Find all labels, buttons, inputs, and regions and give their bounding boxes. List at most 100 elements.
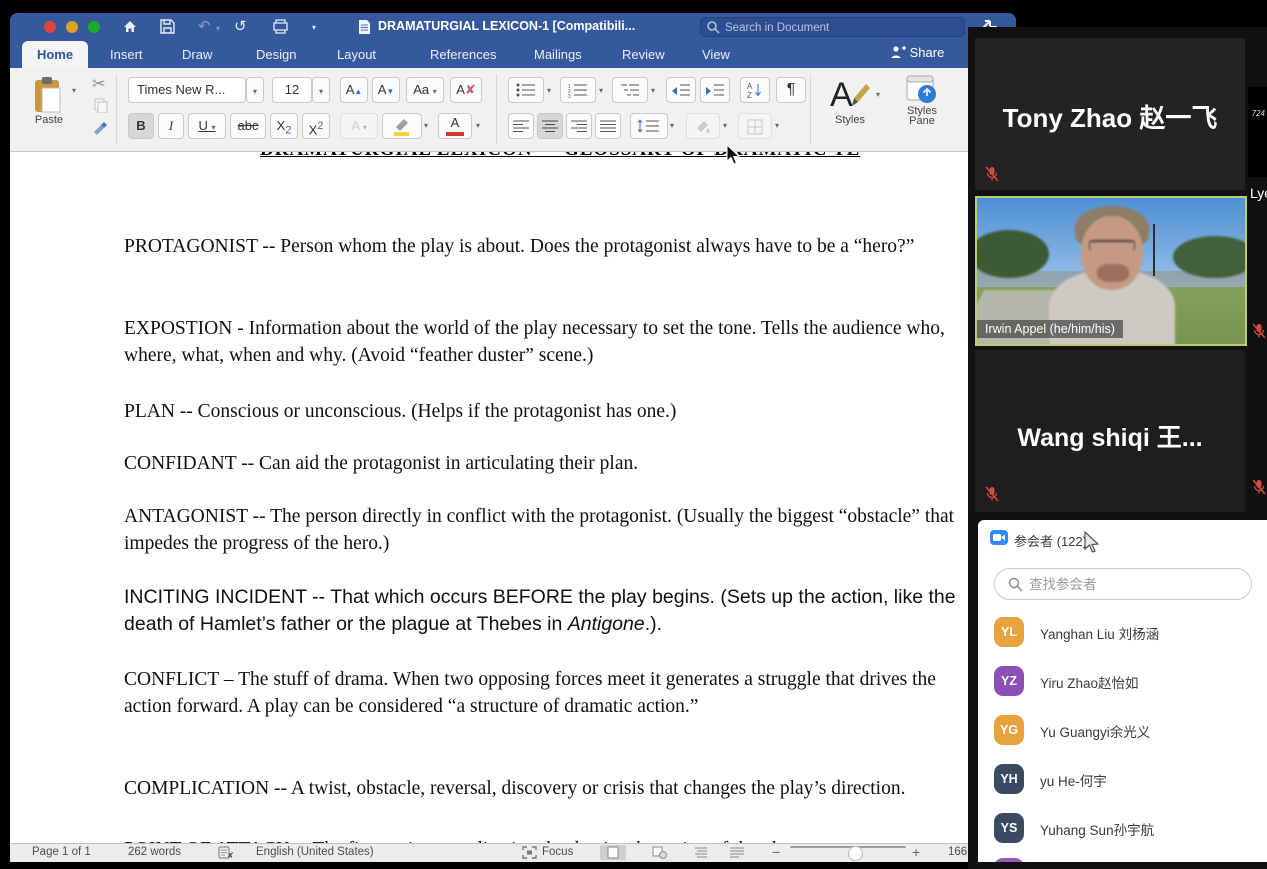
increase-indent-button[interactable] <box>700 77 730 103</box>
align-right-button[interactable] <box>566 113 592 139</box>
video-tile-tony-zhao[interactable]: Tony Zhao 赵一飞 <box>975 38 1245 190</box>
focus-icon[interactable] <box>522 846 537 859</box>
styles-pane-button[interactable]: Styles Pane <box>896 74 948 127</box>
multilevel-list-caret-icon[interactable]: ▾ <box>651 86 655 95</box>
bullet-list-button[interactable] <box>508 77 544 103</box>
align-left-button[interactable] <box>508 113 534 139</box>
align-center-button[interactable] <box>537 113 563 139</box>
participant-row[interactable]: YG Yu Guangyi余光义 <box>994 715 1254 755</box>
grow-font-button[interactable]: A▲ <box>340 77 368 103</box>
superscript-button[interactable]: X2 <box>302 113 330 139</box>
numbered-list-button[interactable]: 123 <box>560 77 596 103</box>
close-traffic-light[interactable] <box>44 21 56 33</box>
styles-caret-icon[interactable]: ▾ <box>876 90 880 99</box>
zoom-slider-track[interactable] <box>790 846 906 848</box>
shading-caret-icon[interactable]: ▾ <box>723 121 727 130</box>
participant-row[interactable]: YL Yanghan Liu 刘杨涵 <box>994 617 1254 657</box>
paste-button[interactable]: Paste <box>32 76 66 126</box>
language-indicator[interactable]: English (United States) <box>256 846 374 858</box>
line-spacing-caret-icon[interactable]: ▾ <box>670 121 674 130</box>
highlight-caret-icon[interactable]: ▾ <box>424 121 428 130</box>
word-count[interactable]: 262 words <box>128 846 181 858</box>
subscript-button[interactable]: X2 <box>270 113 298 139</box>
copy-icon[interactable] <box>94 98 108 113</box>
zoom-slider-thumb[interactable] <box>848 846 863 861</box>
format-painter-icon[interactable] <box>92 120 108 136</box>
borders-caret-icon[interactable]: ▾ <box>775 121 779 130</box>
redo-icon[interactable]: ↺ <box>234 18 247 36</box>
web-layout-view-button[interactable] <box>646 845 672 860</box>
shading-button[interactable] <box>686 113 720 139</box>
zoom-out-button[interactable]: − <box>772 844 780 860</box>
decrease-indent-button[interactable] <box>666 77 696 103</box>
font-color-caret-icon[interactable]: ▾ <box>476 121 480 130</box>
document-page[interactable]: DRAMATURGIAL LEXICON — GLOSSARY OF DRAMA… <box>10 152 1016 843</box>
ribbon: Paste ▾ ✂ Times New R... ▾ 12 ▾ A▲ A▼ Aa… <box>10 68 1016 152</box>
tab-references[interactable]: References <box>430 41 496 68</box>
tab-review[interactable]: Review <box>622 41 665 68</box>
tab-insert[interactable]: Insert <box>110 41 143 68</box>
participant-row-partial[interactable] <box>994 858 1254 862</box>
mouse-cursor-secondary <box>1084 531 1100 553</box>
participant-name: Tony Zhao 赵一飞 <box>1002 103 1218 133</box>
multilevel-list-button[interactable] <box>612 77 648 103</box>
tab-design[interactable]: Design <box>256 41 296 68</box>
spellcheck-icon[interactable]: ✘ <box>218 846 233 859</box>
bullet-list-caret-icon[interactable]: ▾ <box>547 86 551 95</box>
clear-formatting-button[interactable]: A✘ <box>450 77 482 103</box>
share-button[interactable]: Share <box>890 45 944 60</box>
home-icon[interactable] <box>122 19 138 35</box>
toolbar-options-caret-icon[interactable]: ▾ <box>312 23 316 32</box>
undo-caret-icon[interactable]: ▾ <box>216 24 220 33</box>
change-case-button[interactable]: Aa ▾ <box>406 77 444 103</box>
partial-video-tile[interactable]: 724 <box>1248 87 1267 177</box>
strikethrough-button[interactable]: abc <box>230 113 266 139</box>
video-tile-irwin-appel[interactable]: Irwin Appel (he/him/his) <box>975 196 1247 346</box>
numbered-list-caret-icon[interactable]: ▾ <box>599 86 603 95</box>
highlight-button[interactable] <box>382 113 422 139</box>
font-name-caret[interactable]: ▾ <box>246 77 264 103</box>
save-icon[interactable] <box>160 19 175 34</box>
page-indicator[interactable]: Page 1 of 1 <box>32 846 91 858</box>
styles-button[interactable]: A Styles <box>828 74 872 126</box>
video-tile-wang-shiqi[interactable]: Wang shiqi 王... <box>975 350 1245 512</box>
participant-row[interactable]: YH yu He-何宇 <box>994 764 1254 804</box>
font-color-button[interactable]: A <box>438 113 472 139</box>
participant-row[interactable]: YS Yuhang Sun孙宇航 <box>994 813 1254 853</box>
shrink-font-button[interactable]: A▼ <box>372 77 400 103</box>
underline-button[interactable]: U ▾ <box>188 113 226 139</box>
minimize-traffic-light[interactable] <box>66 21 78 33</box>
tab-home[interactable]: Home <box>22 41 88 68</box>
font-size-caret[interactable]: ▾ <box>312 77 330 103</box>
cut-icon[interactable]: ✂ <box>92 74 105 94</box>
tab-view[interactable]: View <box>702 41 730 68</box>
participants-search-input[interactable] <box>994 568 1252 600</box>
tab-mailings[interactable]: Mailings <box>534 41 582 68</box>
maximize-traffic-light[interactable] <box>88 21 100 33</box>
svg-text:A: A <box>747 82 753 91</box>
draft-view-button[interactable] <box>724 845 750 860</box>
justify-button[interactable] <box>595 113 621 139</box>
focus-label[interactable]: Focus <box>542 846 573 858</box>
paragraph-marks-button[interactable]: ¶ <box>776 77 806 103</box>
tab-draw[interactable]: Draw <box>182 41 212 68</box>
bold-button[interactable]: B <box>128 113 154 139</box>
zoom-percentage[interactable]: 166 <box>948 846 967 858</box>
zoom-in-button[interactable]: + <box>912 844 920 860</box>
ribbon-separator <box>810 74 811 144</box>
sort-button[interactable]: AZ <box>740 77 770 103</box>
font-size-select[interactable]: 12 <box>272 77 312 103</box>
tab-layout[interactable]: Layout <box>337 41 376 68</box>
outline-view-button[interactable] <box>688 845 714 860</box>
italic-button[interactable]: I <box>158 113 184 139</box>
borders-button[interactable] <box>738 113 772 139</box>
print-layout-view-button[interactable] <box>600 845 626 860</box>
undo-icon[interactable]: ↶ <box>198 18 211 36</box>
paste-caret-icon[interactable]: ▾ <box>72 86 76 95</box>
print-icon[interactable] <box>272 19 289 34</box>
font-name-select[interactable]: Times New R... <box>128 77 246 103</box>
search-in-document-input[interactable] <box>700 17 965 37</box>
status-bar: Page 1 of 1 262 words ✘ English (United … <box>10 843 1016 862</box>
line-spacing-button[interactable] <box>630 113 668 139</box>
participant-row[interactable]: YZ Yiru Zhao赵怡如 <box>994 666 1254 706</box>
